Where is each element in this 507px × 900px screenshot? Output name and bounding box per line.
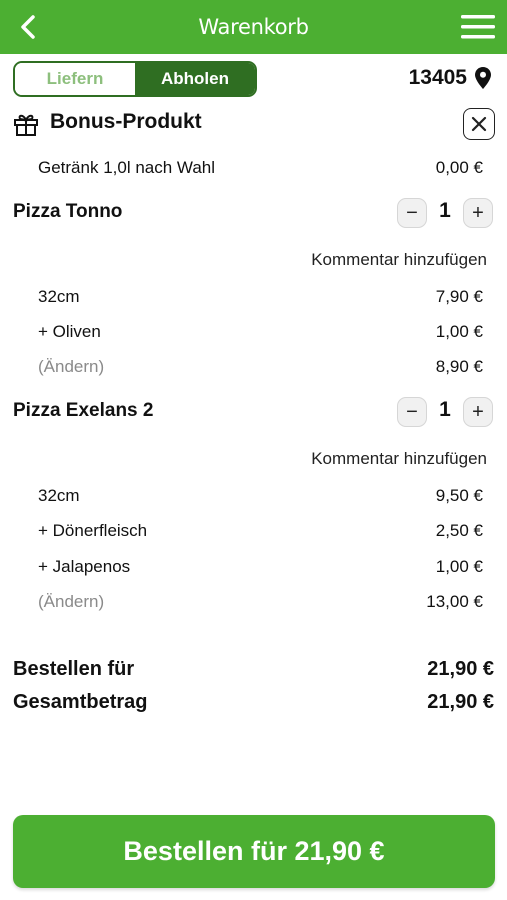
product-subtotal: 8,90 € xyxy=(435,357,483,376)
grand-total-value: 21,90 € xyxy=(427,691,494,713)
increase-quantity-button[interactable]: + xyxy=(463,198,493,228)
page-title: Warenkorb xyxy=(198,15,309,39)
line-item: 32cm 9,50 € xyxy=(0,483,507,509)
grand-total-row: Gesamtbetrag 21,90 € xyxy=(13,689,494,717)
gift-icon xyxy=(14,114,38,136)
location-postcode[interactable]: 13405 xyxy=(409,66,491,90)
quantity-stepper: − 1 + xyxy=(397,198,493,228)
line-item-price: 7,90 € xyxy=(435,287,483,306)
bonus-item-name: Getränk 1,0l nach Wahl xyxy=(38,158,216,177)
change-product-link[interactable]: (Ändern) xyxy=(38,592,104,612)
decrease-quantity-button[interactable]: − xyxy=(397,397,427,427)
product-name: Pizza Exelans 2 xyxy=(13,400,154,421)
app-header: Warenkorb xyxy=(0,0,507,54)
product-subtotal-row: (Ändern) 13,00 € xyxy=(0,589,507,615)
line-item-label: + Dönerfleisch xyxy=(38,521,148,540)
tab-liefern[interactable]: Liefern xyxy=(15,63,135,95)
bonus-product-header: Bonus-Produkt xyxy=(13,108,495,140)
quantity-stepper: − 1 + xyxy=(397,397,493,427)
line-item: + Jalapenos 1,00 € xyxy=(0,554,507,580)
quantity-value: 1 xyxy=(439,199,451,222)
line-item-label: + Oliven xyxy=(38,322,101,341)
cart-item-pizza-tonno: Pizza Tonno − 1 + xyxy=(13,196,493,230)
line-item-price: 1,00 € xyxy=(435,322,483,341)
line-item: 32cm 7,90 € xyxy=(0,284,507,310)
add-comment-link[interactable]: Kommentar hinzufügen xyxy=(311,250,487,270)
bonus-item-price: 0,00 € xyxy=(435,158,483,177)
product-subtotal-row: (Ändern) 8,90 € xyxy=(0,354,507,380)
line-item: + Dönerfleisch 2,50 € xyxy=(0,518,507,544)
line-item-price: 1,00 € xyxy=(435,557,483,576)
place-order-button[interactable]: Bestellen für 21,90 € xyxy=(13,815,495,888)
grand-total-label: Gesamtbetrag xyxy=(13,691,148,713)
line-item-price: 9,50 € xyxy=(435,486,483,505)
cart-item-pizza-exelans-2: Pizza Exelans 2 − 1 + xyxy=(13,395,493,429)
line-item-label: 32cm xyxy=(38,287,80,306)
quantity-value: 1 xyxy=(439,398,451,421)
remove-bonus-button[interactable] xyxy=(463,108,495,140)
add-comment-link[interactable]: Kommentar hinzufügen xyxy=(311,449,487,469)
line-item-price: 2,50 € xyxy=(435,521,483,540)
order-for-row: Bestellen für 21,90 € xyxy=(13,656,494,684)
hamburger-menu-icon xyxy=(461,15,495,39)
order-for-value: 21,90 € xyxy=(427,658,494,680)
product-name: Pizza Tonno xyxy=(13,201,123,222)
change-product-link[interactable]: (Ändern) xyxy=(38,357,104,377)
tab-abholen[interactable]: Abholen xyxy=(135,63,255,95)
map-pin-icon xyxy=(475,67,491,89)
line-item-label: + Jalapenos xyxy=(38,557,131,576)
postcode-text: 13405 xyxy=(408,66,467,89)
bonus-item-row: Getränk 1,0l nach Wahl 0,00 € xyxy=(0,155,507,181)
decrease-quantity-button[interactable]: − xyxy=(397,198,427,228)
line-item-label: 32cm xyxy=(38,486,80,505)
bonus-product-label: Bonus-Produkt xyxy=(50,110,202,133)
delivery-mode-toggle: Liefern Abholen xyxy=(13,61,257,97)
close-icon xyxy=(471,116,487,132)
order-for-label: Bestellen für xyxy=(13,658,135,680)
product-subtotal: 13,00 € xyxy=(426,592,483,611)
menu-button[interactable] xyxy=(461,13,495,41)
line-item: + Oliven 1,00 € xyxy=(0,319,507,345)
increase-quantity-button[interactable]: + xyxy=(463,397,493,427)
